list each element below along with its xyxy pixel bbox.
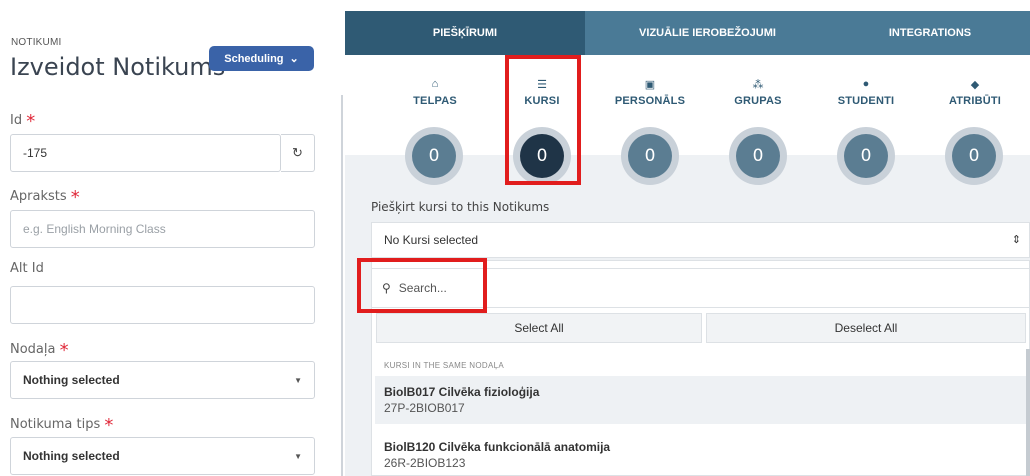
atributi-count[interactable]: 0 <box>945 127 1003 185</box>
list-item[interactable]: BiolB120 Cilvēka funkcionālā anatomija 2… <box>375 432 1030 476</box>
panel-divider <box>341 95 343 476</box>
category-personals[interactable]: ▣ PERSONĀLS <box>610 78 690 107</box>
home-icon: ⌂ <box>431 78 439 90</box>
tab-bar: PIEŠĶĪRUMI VIZUĀLIE IEROBEŽOJUMI INTEGRA… <box>345 11 1030 55</box>
apraksts-field[interactable]: e.g. English Morning Class <box>10 210 315 248</box>
refresh-id-button[interactable]: ↻ <box>281 134 315 172</box>
studenti-count[interactable]: 0 <box>837 127 895 185</box>
tab-vizualie-ierobezojumi[interactable]: VIZUĀLIE IEROBEŽOJUMI <box>585 11 830 55</box>
group-icon: ⁂ <box>752 79 764 91</box>
list-item[interactable]: BiolB017 Cilvēka fizioloģija 27P-2BIOB01… <box>375 376 1030 424</box>
scheduling-button[interactable]: Scheduling ⌄ <box>209 46 314 71</box>
highlight-box-kursi <box>505 55 581 185</box>
category-atributi[interactable]: ◆ ATRIBŪTI <box>935 78 1015 107</box>
user-icon: ● <box>862 78 870 90</box>
altid-field[interactable] <box>10 286 315 324</box>
required-marker: * <box>59 340 69 361</box>
apraksts-label: Apraksts * <box>10 187 80 208</box>
notikuma-tips-label: Notikuma tips * <box>10 415 114 436</box>
assign-label: Piešķirt kursi to this Notikums <box>371 200 550 214</box>
scheduling-button-label: Scheduling <box>224 52 284 65</box>
group-header: KURSI IN THE SAME NODAĻA <box>384 361 504 370</box>
highlight-box-search <box>357 258 487 313</box>
category-studenti[interactable]: ● STUDENTI <box>826 78 906 107</box>
caret-down-icon: ▼ <box>294 452 302 461</box>
telpas-count[interactable]: 0 <box>405 127 463 185</box>
grupas-count[interactable]: 0 <box>729 127 787 185</box>
tab-integrations[interactable]: INTEGRATIONS <box>830 11 1030 55</box>
chevron-down-icon: ⌄ <box>289 53 299 65</box>
required-marker: * <box>26 111 36 132</box>
id-field[interactable]: -175 <box>10 134 281 172</box>
altid-label: Alt Id <box>10 261 44 276</box>
scrollbar[interactable] <box>1026 349 1030 476</box>
caret-down-icon: ▼ <box>294 376 302 385</box>
required-marker: * <box>104 415 114 436</box>
nodala-label: Nodaļa * <box>10 340 69 361</box>
tab-piesķirumi[interactable]: PIEŠĶĪRUMI <box>345 11 585 55</box>
refresh-icon: ↻ <box>292 145 303 160</box>
tag-icon: ◆ <box>970 79 980 91</box>
breadcrumb[interactable]: NOTIKUMI <box>11 37 62 48</box>
personals-count[interactable]: 0 <box>621 127 679 185</box>
category-telpas[interactable]: ⌂ TELPAS <box>395 78 475 107</box>
page-title: Izveidot Notikums <box>10 53 226 81</box>
notikuma-tips-select[interactable]: Nothing selected ▼ <box>10 437 315 475</box>
required-marker: * <box>70 187 80 208</box>
category-grupas[interactable]: ⁂ GRUPAS <box>718 78 798 107</box>
kursi-select[interactable]: No Kursi selected ⇕ <box>371 222 1030 258</box>
nodala-select[interactable]: Nothing selected ▼ <box>10 361 315 399</box>
id-card-icon: ▣ <box>644 79 656 91</box>
deselect-all-button[interactable]: Deselect All <box>706 313 1026 343</box>
updown-icon: ⇕ <box>1011 234 1021 246</box>
select-all-button[interactable]: Select All <box>376 313 702 343</box>
id-label: Id * <box>10 111 36 132</box>
left-panel: NOTIKUMI Izveidot Notikums Scheduling ⌄ … <box>0 0 340 476</box>
